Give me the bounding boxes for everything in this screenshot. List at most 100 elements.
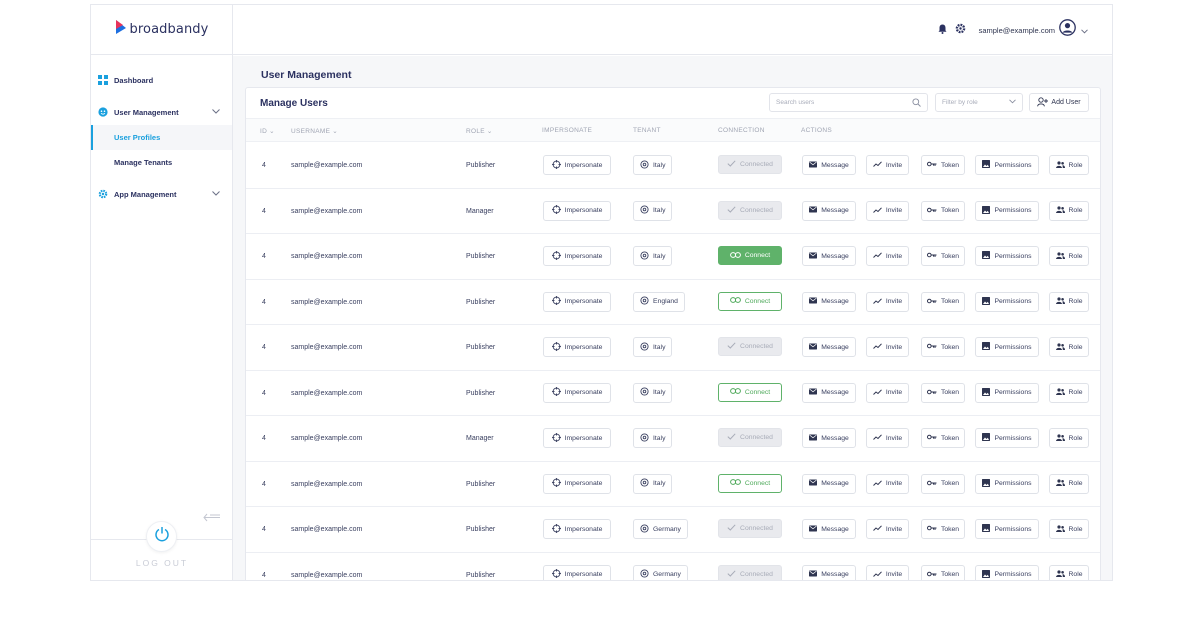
message-button[interactable]: Message (802, 200, 856, 221)
invite-button[interactable]: Invite (866, 564, 909, 580)
token-button[interactable]: Token (921, 564, 965, 580)
connection-button[interactable]: Connect (718, 382, 782, 402)
message-button[interactable]: Message (802, 519, 856, 539)
tenant-button[interactable]: Italy (633, 155, 673, 175)
impersonate-button[interactable]: Impersonate (543, 473, 611, 494)
connection-button[interactable]: Connected (718, 155, 782, 174)
invite-button[interactable]: Invite (866, 428, 909, 448)
permissions-button[interactable]: Permissions (975, 337, 1039, 357)
tenant-button[interactable]: Italy (633, 473, 673, 494)
sidebar-subitem-manage-tenants[interactable]: Manage Tenants (91, 150, 232, 175)
permissions-button[interactable]: Permissions (975, 519, 1039, 539)
role-button[interactable]: Role (1049, 155, 1089, 175)
invite-button[interactable]: Invite (866, 291, 909, 312)
message-button[interactable]: Message (802, 291, 856, 312)
impersonate-button[interactable]: Impersonate (543, 200, 611, 221)
invite-button[interactable]: Invite (866, 200, 909, 221)
column-header-id[interactable]: ID ⌄ (260, 127, 275, 136)
message-button[interactable]: Message (802, 155, 856, 175)
role-button[interactable]: Role (1049, 564, 1089, 580)
tenant-button[interactable]: Italy (633, 382, 673, 403)
message-button[interactable]: Message (802, 246, 856, 266)
impersonate-button[interactable]: Impersonate (543, 428, 611, 448)
token-button[interactable]: Token (921, 382, 965, 403)
permissions-button[interactable]: Permissions (975, 155, 1039, 175)
permissions-button[interactable]: Permissions (975, 564, 1039, 580)
invite-button[interactable]: Invite (866, 473, 909, 494)
impersonate-button[interactable]: Impersonate (543, 564, 611, 580)
brand-logo[interactable]: broadbandy (115, 19, 209, 40)
sidebar-item-app-management[interactable]: App Management (91, 181, 232, 207)
message-button[interactable]: Message (802, 337, 856, 357)
role-button[interactable]: Role (1049, 519, 1089, 539)
invite-button[interactable]: Invite (866, 337, 909, 357)
sidebar-item-user-management[interactable]: User Management (91, 99, 232, 125)
role-filter-select[interactable]: Filter by role (935, 93, 1023, 112)
tenant-button[interactable]: Italy (633, 200, 673, 221)
impersonate-button[interactable]: Impersonate (543, 519, 611, 539)
role-button[interactable]: Role (1049, 291, 1089, 312)
connection-button[interactable]: Connected (718, 200, 782, 220)
connection-button[interactable]: Connected (718, 428, 782, 447)
role-button[interactable]: Role (1049, 246, 1089, 266)
impersonate-button[interactable]: Impersonate (543, 337, 611, 357)
invite-button[interactable]: Invite (866, 155, 909, 175)
user-email[interactable]: sample@example.com (979, 26, 1055, 35)
permissions-button[interactable]: Permissions (975, 291, 1039, 312)
token-button[interactable]: Token (921, 200, 965, 221)
connection-button[interactable]: Connect (718, 291, 782, 311)
sidebar-item-dashboard[interactable]: Dashboard (91, 67, 232, 93)
impersonate-button[interactable]: Impersonate (543, 291, 611, 312)
permissions-button[interactable]: Permissions (975, 473, 1039, 494)
connection-button[interactable]: Connected (718, 337, 782, 356)
invite-button[interactable]: Invite (866, 382, 909, 403)
logout-button[interactable] (146, 521, 177, 552)
tenant-button[interactable]: Germany (633, 519, 688, 539)
tenant-button[interactable]: Italy (633, 337, 673, 357)
tenant-button[interactable]: Italy (633, 246, 673, 266)
message-button[interactable]: Message (802, 473, 856, 494)
role-button[interactable]: Role (1049, 473, 1089, 494)
token-button[interactable]: Token (921, 337, 965, 357)
logout-label[interactable]: LOG OUT (91, 558, 233, 568)
sidebar-subitem-user-profiles[interactable]: User Profiles (91, 125, 232, 150)
settings-gear-icon[interactable] (955, 21, 966, 39)
permissions-button[interactable]: Permissions (975, 382, 1039, 403)
tenant-button[interactable]: Italy (633, 428, 673, 448)
message-button[interactable]: Message (802, 564, 856, 580)
column-header-username[interactable]: USERNAME ⌄ (291, 127, 338, 136)
message-button[interactable]: Message (802, 382, 856, 403)
invite-button[interactable]: Invite (866, 519, 909, 539)
add-user-button[interactable]: Add User (1029, 93, 1089, 112)
chevron-down-icon[interactable] (1081, 21, 1088, 39)
permissions-button[interactable]: Permissions (975, 428, 1039, 448)
bell-icon[interactable] (938, 21, 947, 39)
token-button[interactable]: Token (921, 519, 965, 539)
impersonate-button[interactable]: Impersonate (543, 382, 611, 403)
connection-button[interactable]: Connect (718, 246, 782, 265)
search-input[interactable]: Search users (769, 93, 928, 112)
impersonate-button[interactable]: Impersonate (543, 246, 611, 266)
role-button[interactable]: Role (1049, 382, 1089, 403)
role-button[interactable]: Role (1049, 428, 1089, 448)
connection-button[interactable]: Connect (718, 473, 782, 493)
token-button[interactable]: Token (921, 155, 965, 175)
avatar[interactable] (1059, 19, 1076, 41)
impersonate-button[interactable]: Impersonate (543, 155, 611, 175)
connection-button[interactable]: Connected (718, 564, 782, 580)
message-button[interactable]: Message (802, 428, 856, 448)
token-button[interactable]: Token (921, 246, 965, 266)
token-button[interactable]: Token (921, 291, 965, 312)
invite-button[interactable]: Invite (866, 246, 909, 266)
collapse-sidebar-icon[interactable] (203, 509, 221, 527)
permissions-button[interactable]: Permissions (975, 200, 1039, 221)
role-button[interactable]: Role (1049, 337, 1089, 357)
permissions-button[interactable]: Permissions (975, 246, 1039, 266)
token-button[interactable]: Token (921, 473, 965, 494)
role-button[interactable]: Role (1049, 200, 1089, 221)
token-button[interactable]: Token (921, 428, 965, 448)
tenant-button[interactable]: England (633, 291, 685, 312)
column-header-role[interactable]: ROLE ⌄ (466, 127, 493, 136)
connection-button[interactable]: Connected (718, 519, 782, 538)
tenant-button[interactable]: Germany (633, 564, 688, 580)
